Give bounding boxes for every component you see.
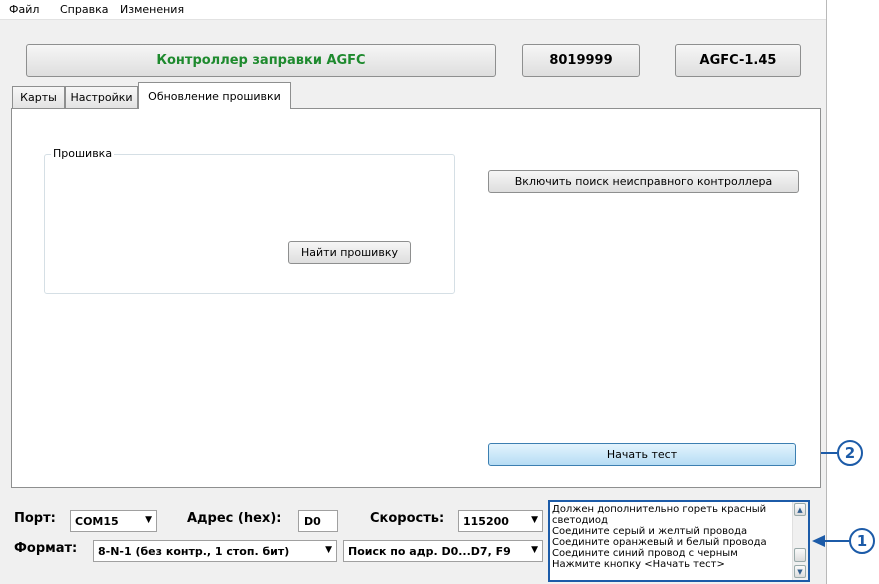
tab-firmware-update[interactable]: Обновление прошивки [138,82,291,109]
callout-1: 1 [849,528,875,554]
callout-2: 2 [837,440,863,466]
firmware-group: Прошивка [44,147,455,294]
enable-fault-search-button[interactable]: Включить поиск неисправного контроллера [488,170,799,193]
firmware-update-panel: Прошивка Найти прошивку Включить поиск н… [11,108,821,488]
firmware-group-title: Прошивка [51,147,115,160]
start-test-button[interactable]: Начать тест [488,443,796,466]
find-firmware-button[interactable]: Найти прошивку [288,241,411,264]
